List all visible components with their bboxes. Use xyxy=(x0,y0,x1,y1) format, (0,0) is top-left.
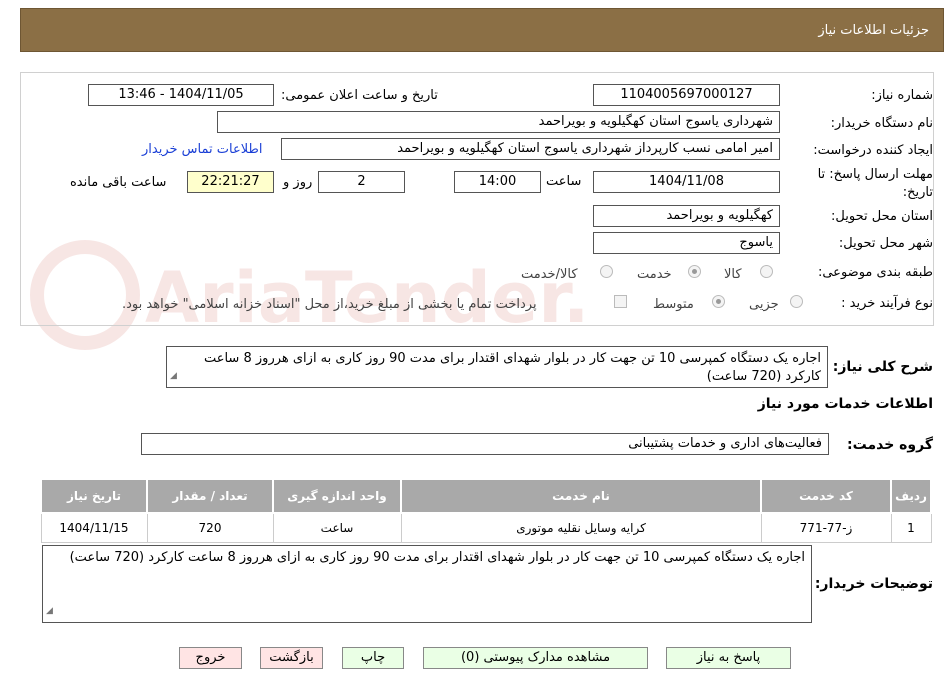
col-unit: واحد اندازه گیری xyxy=(272,478,402,514)
need-number-label: شماره نیاز: xyxy=(871,88,933,103)
resize-grip-icon[interactable]: ◢ xyxy=(46,602,53,620)
days-label: روز و xyxy=(283,175,313,190)
cell-quantity: 720 xyxy=(146,512,274,543)
table-header-row: ردیف کد خدمت نام خدمت واحد اندازه گیری ت… xyxy=(40,478,932,514)
exit-button[interactable]: خروج xyxy=(179,647,242,669)
reply-button[interactable]: پاسخ به نیاز xyxy=(666,647,791,669)
deadline-label-date: تاریخ: xyxy=(902,185,933,200)
cell-service-name: کرایه وسایل نقلیه موتوری xyxy=(400,512,762,543)
table-row[interactable]: 1 ز-77-771 کرایه وسایل نقلیه موتوری ساعت… xyxy=(40,512,932,543)
announce-field[interactable]: 1404/11/05 - 13:46 xyxy=(88,84,274,106)
city-field[interactable]: یاسوج xyxy=(593,232,780,254)
buyer-notes-text: اجاره یک دستگاه کمپرسی 10 تن جهت کار در … xyxy=(69,550,805,565)
cell-row: 1 xyxy=(890,512,932,543)
page-title: جزئیات اطلاعات نیاز xyxy=(818,23,929,38)
category-radio-goods-service[interactable] xyxy=(600,265,613,278)
buyer-notes-textarea[interactable]: اجاره یک دستگاه کمپرسی 10 تن جهت کار در … xyxy=(42,545,812,623)
back-button[interactable]: بازگشت xyxy=(260,647,323,669)
category-radio-goods[interactable] xyxy=(760,265,773,278)
process-radio-medium[interactable] xyxy=(712,295,725,308)
summary-label: شرح کلی نیاز: xyxy=(832,359,933,375)
remaining-label: ساعت باقی مانده xyxy=(70,175,167,190)
category-option-goods: کالا xyxy=(724,267,742,282)
payment-note: پرداخت تمام یا بخشی از مبلغ خرید،از محل … xyxy=(122,297,537,312)
col-row: ردیف xyxy=(890,478,932,514)
deadline-label: مهلت ارسال پاسخ: تا xyxy=(817,167,933,182)
cell-unit: ساعت xyxy=(272,512,402,543)
process-label: نوع فرآیند خرید : xyxy=(841,296,933,311)
days-field[interactable]: 2 xyxy=(318,171,405,193)
attachments-button[interactable]: مشاهده مدارک پیوستی (0) xyxy=(423,647,648,669)
category-option-goods-service: کالا/خدمت xyxy=(521,267,578,282)
buyer-org-label: نام دستگاه خریدار: xyxy=(830,116,933,131)
deadline-hour-label: ساعت xyxy=(546,174,582,189)
treasury-checkbox[interactable] xyxy=(614,295,627,308)
category-option-service: خدمت xyxy=(637,267,672,282)
services-table: ردیف کد خدمت نام خدمت واحد اندازه گیری ت… xyxy=(40,478,932,543)
creator-label: ایجاد کننده درخواست: xyxy=(813,143,933,158)
buyer-org-field[interactable]: شهرداری یاسوج استان کهگیلویه و بویراحمد xyxy=(217,111,780,133)
creator-field[interactable]: امیر امامی نسب کارپرداز شهرداری یاسوج اس… xyxy=(281,138,780,160)
deadline-date-field[interactable]: 1404/11/08 xyxy=(593,171,780,193)
col-quantity: تعداد / مقدار xyxy=(146,478,274,514)
print-button[interactable]: چاپ xyxy=(342,647,404,669)
col-need-date: تاریخ نیاز xyxy=(40,478,148,514)
resize-grip-icon[interactable]: ◢ xyxy=(170,367,177,385)
province-field[interactable]: کهگیلویه و بویراحمد xyxy=(593,205,780,227)
category-radio-service[interactable] xyxy=(688,265,701,278)
page-header: جزئیات اطلاعات نیاز xyxy=(20,8,944,52)
process-radio-minor[interactable] xyxy=(790,295,803,308)
cell-service-code: ز-77-771 xyxy=(760,512,892,543)
category-label: طبقه بندی موضوعی: xyxy=(817,265,933,280)
city-label: شهر محل تحویل: xyxy=(838,236,933,251)
col-service-code: کد خدمت xyxy=(760,478,892,514)
process-option-minor: جزیی xyxy=(749,297,779,312)
service-group-field[interactable]: فعالیت‌های اداری و خدمات پشتیبانی xyxy=(141,433,829,455)
buyer-contact-link[interactable]: اطلاعات تماس خریدار xyxy=(142,142,262,157)
summary-text: اجاره یک دستگاه کمپرسی 10 تن جهت کار در … xyxy=(203,351,821,384)
cell-need-date: 1404/11/15 xyxy=(40,512,148,543)
announce-label: تاریخ و ساعت اعلان عمومی: xyxy=(281,88,438,103)
summary-textarea[interactable]: اجاره یک دستگاه کمپرسی 10 تن جهت کار در … xyxy=(166,346,828,388)
process-option-medium: متوسط xyxy=(653,297,694,312)
need-number-field[interactable]: 1104005697000127 xyxy=(593,84,780,106)
col-service-name: نام خدمت xyxy=(400,478,762,514)
deadline-hour-field[interactable]: 14:00 xyxy=(454,171,541,193)
remaining-time-field: 22:21:27 xyxy=(187,171,274,193)
services-section-title: اطلاعات خدمات مورد نیاز xyxy=(757,396,933,412)
province-label: استان محل تحویل: xyxy=(831,209,933,224)
buyer-notes-label: توضیحات خریدار: xyxy=(814,576,933,592)
service-group-label: گروه خدمت: xyxy=(847,437,933,453)
